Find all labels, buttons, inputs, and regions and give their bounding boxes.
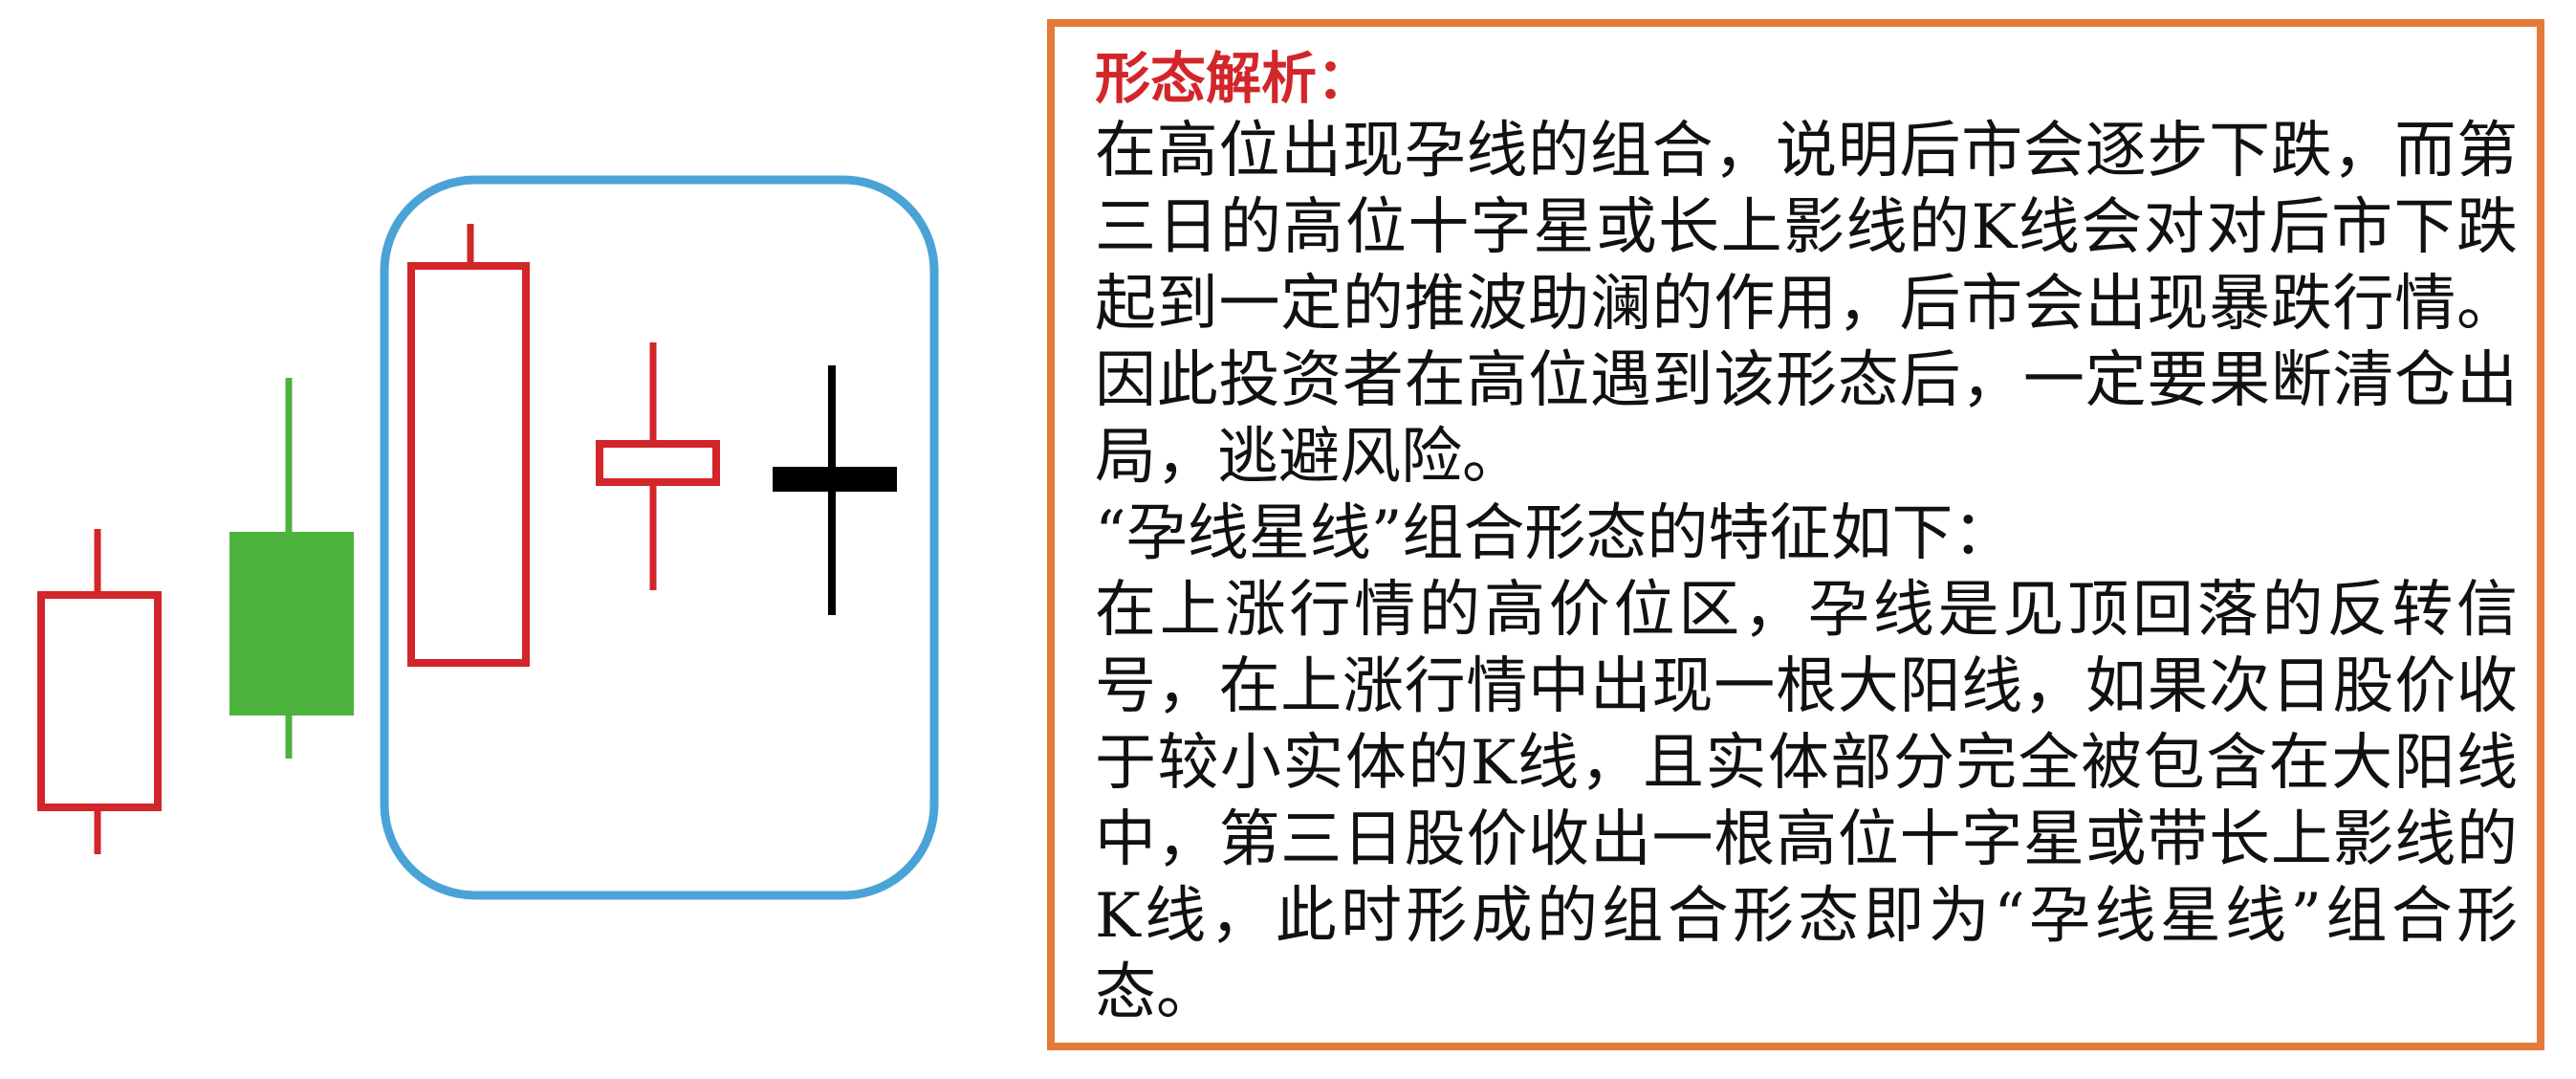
candlestick-diagram bbox=[37, 175, 939, 900]
panel-title: 形态解析： bbox=[1095, 46, 1373, 111]
candle-3-body bbox=[407, 262, 530, 667]
candle-5-doji-star bbox=[773, 365, 897, 615]
candle-1-yang bbox=[37, 529, 162, 854]
candle-3-big-yang bbox=[407, 224, 530, 667]
candle-4-body bbox=[596, 440, 720, 486]
analysis-panel: 形态解析： 在高位出现孕线的组合，说明后市会逐步下跌，而第三日的高位十字星或长上… bbox=[1047, 19, 2544, 1050]
paragraph-feature-heading: “孕线星线”组合形态的特征如下： bbox=[1095, 498, 2015, 569]
candle-2-yin bbox=[229, 378, 354, 759]
pattern-highlight-frame bbox=[380, 175, 939, 900]
paragraph-feature-description: 在上涨行情的高价位区，孕线是见顶回落的反转信号，在上涨行情中出现一根大阳线，如果… bbox=[1095, 575, 2518, 1028]
candle-5-body bbox=[773, 467, 897, 492]
paragraph-analysis: 在高位出现孕线的组合，说明后市会逐步下跌，而第三日的高位十字星或长上影线的K线会… bbox=[1095, 116, 2518, 493]
candle-1-body bbox=[37, 591, 162, 811]
candle-2-body bbox=[229, 532, 354, 716]
candle-4-harami-yang bbox=[596, 342, 720, 590]
